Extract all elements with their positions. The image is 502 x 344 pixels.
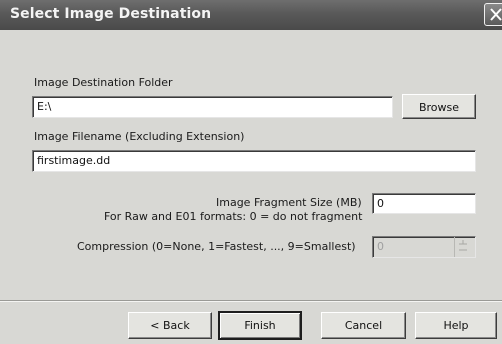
cancel-button-label: Cancel: [344, 319, 383, 332]
help-button-label: Help: [443, 319, 469, 332]
image-filename-label: Image Filename (Excluding Extension): [34, 130, 245, 143]
title-bar[interactable]: Select Image Destination: [0, 0, 502, 30]
back-button[interactable]: < Back: [128, 312, 212, 339]
finish-button-label: Finish: [244, 319, 276, 332]
compression-spinner-buttons: [454, 237, 472, 257]
spin-up-icon: [459, 240, 467, 245]
finish-button[interactable]: Finish: [219, 312, 301, 339]
fragment-size-hint: For Raw and E01 formats: 0 = do not frag…: [104, 210, 363, 223]
spin-down-icon: [459, 249, 467, 251]
close-icon: [490, 8, 502, 21]
window-title: Select Image Destination: [10, 6, 212, 22]
cancel-button[interactable]: Cancel: [321, 312, 406, 339]
browse-button-label: Browse: [418, 101, 460, 114]
dialog-window: Select Image Destination Image Destinati…: [0, 0, 502, 344]
back-button-label: < Back: [150, 319, 190, 332]
destination-folder-input[interactable]: E:\: [32, 96, 393, 118]
footer-separator: [0, 300, 502, 302]
help-button[interactable]: Help: [415, 312, 497, 339]
fragment-size-label: Image Fragment Size (MB): [216, 196, 362, 209]
browse-button[interactable]: Browse: [402, 94, 476, 119]
image-filename-input[interactable]: firstimage.dd: [32, 150, 476, 172]
fragment-size-input[interactable]: 0: [372, 193, 476, 214]
destination-folder-label: Image Destination Folder: [34, 76, 173, 89]
close-button[interactable]: [484, 3, 502, 26]
compression-label: Compression (0=None, 1=Fastest, ..., 9=S…: [77, 240, 356, 253]
